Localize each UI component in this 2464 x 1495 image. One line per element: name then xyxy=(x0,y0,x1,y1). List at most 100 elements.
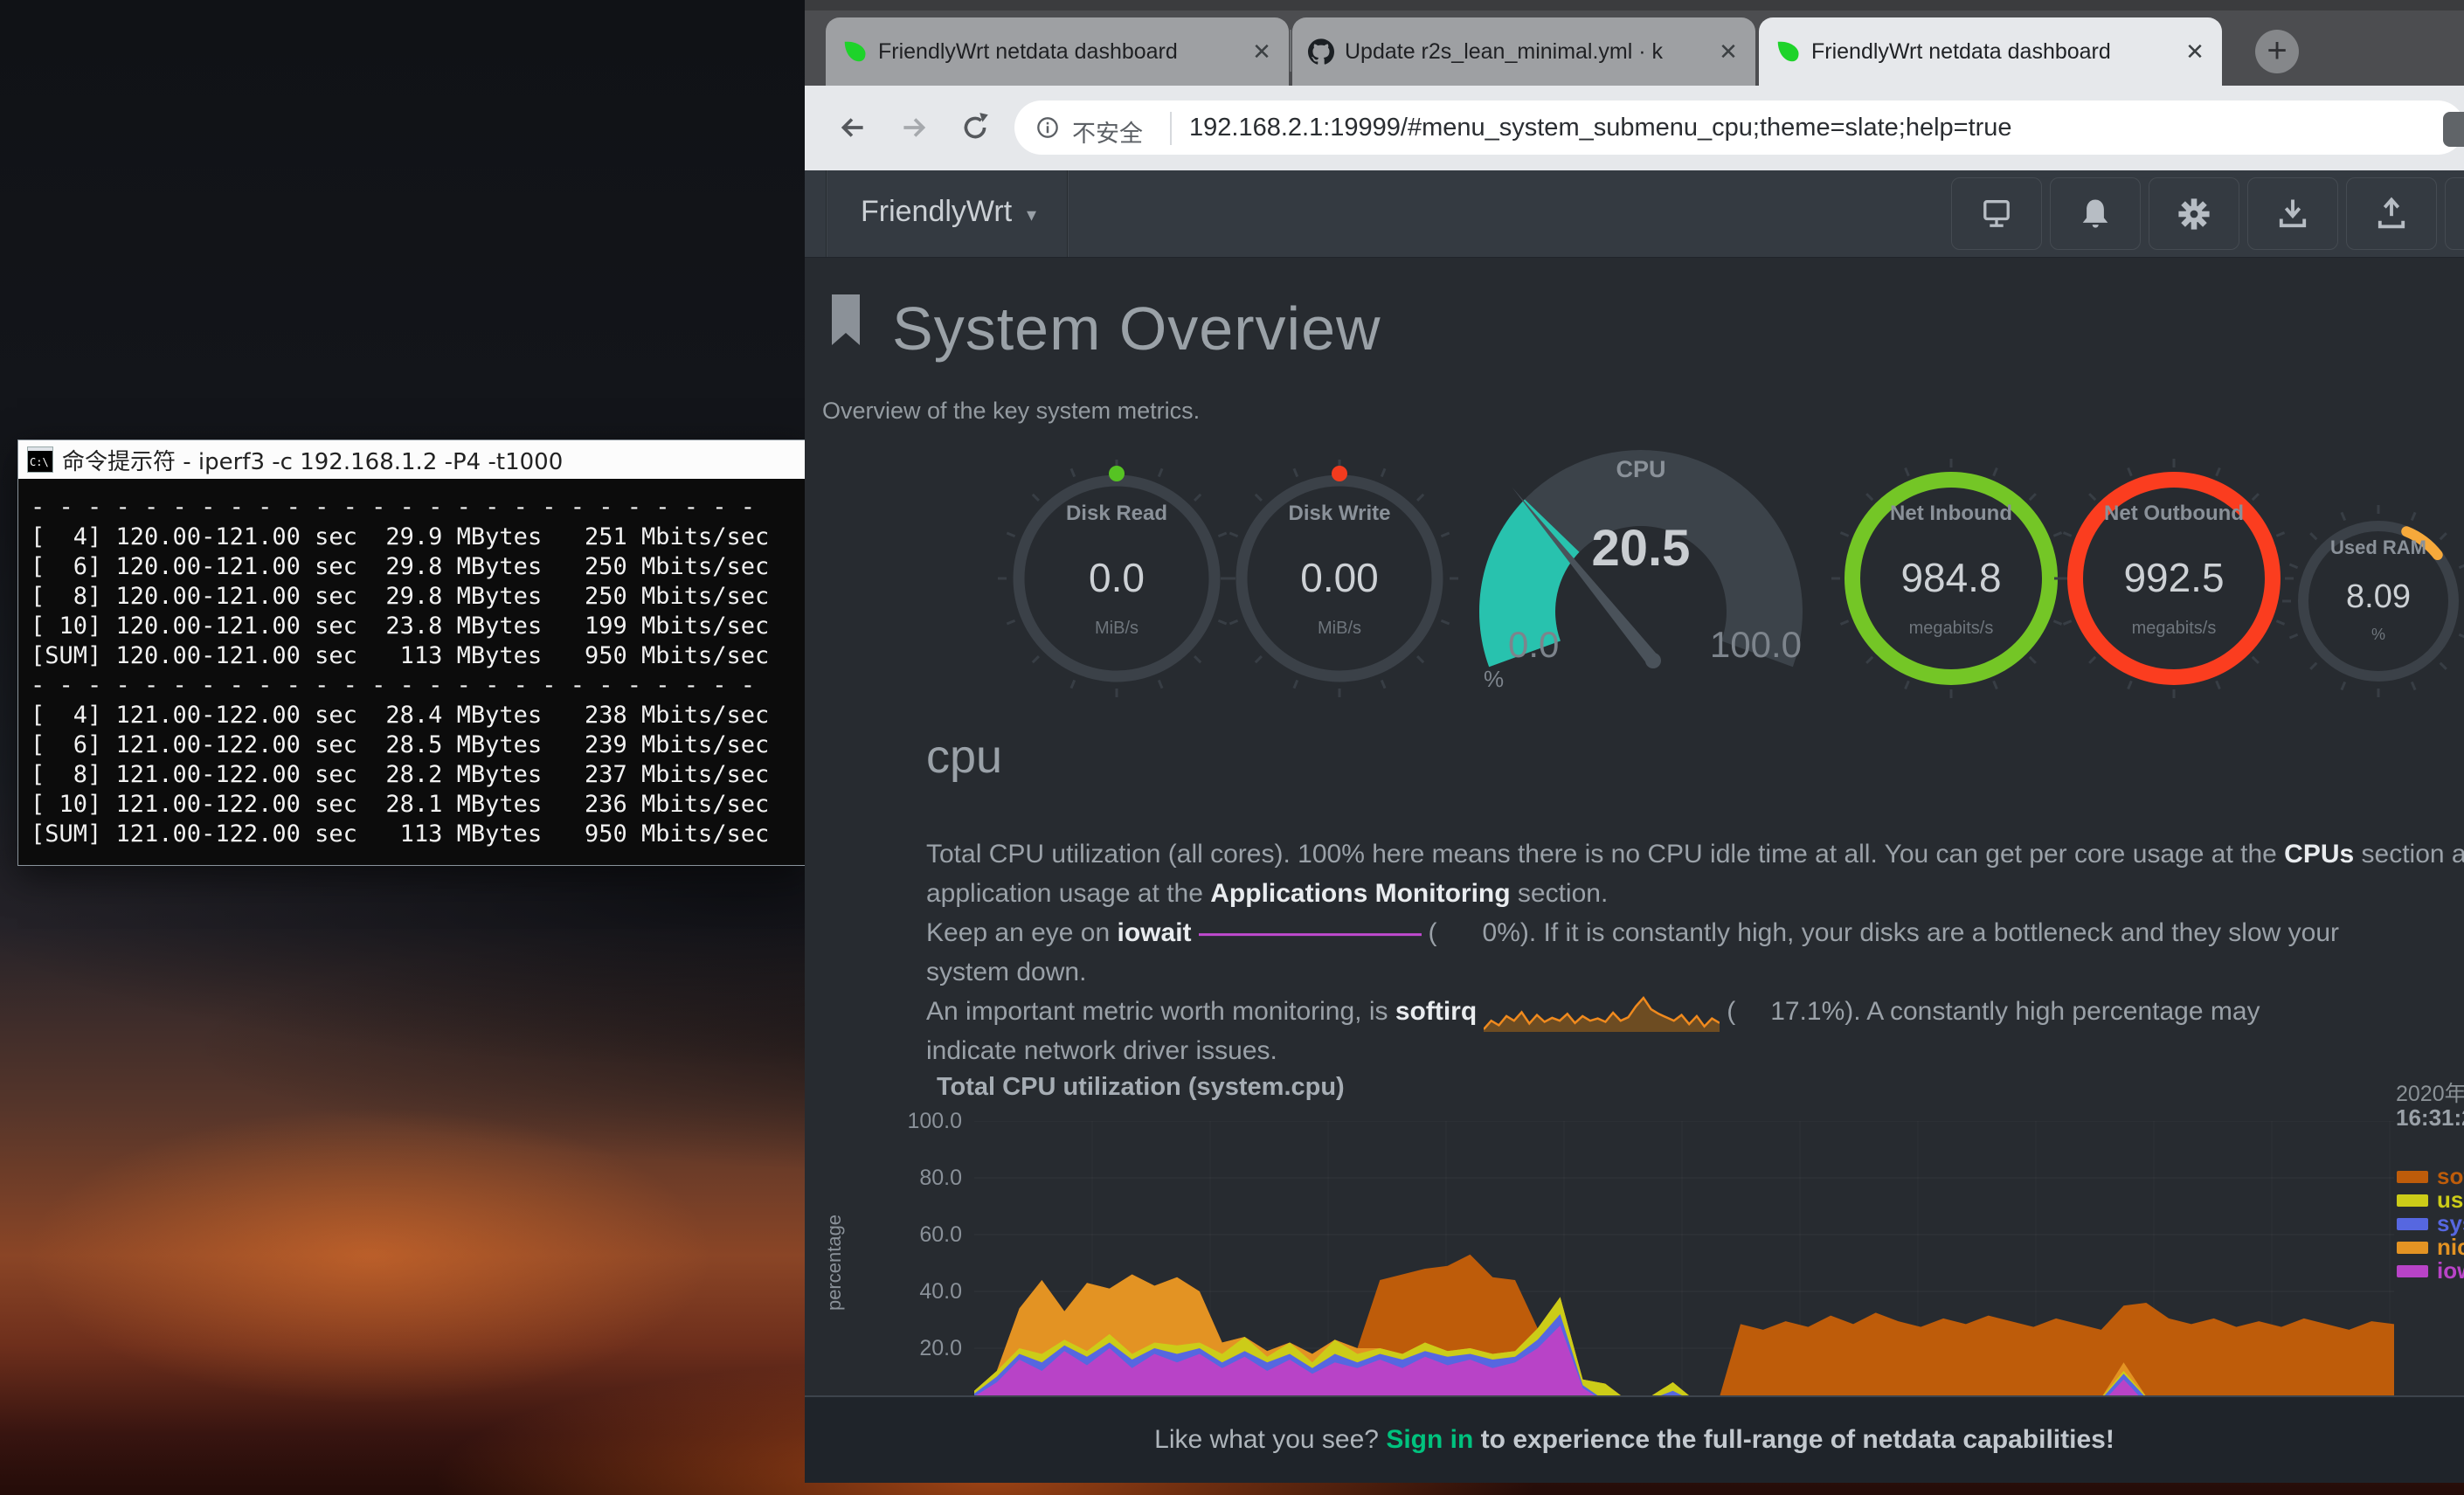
legend-swatch xyxy=(2397,1218,2428,1230)
close-tab-icon[interactable]: ✕ xyxy=(1713,38,1743,66)
gauge-net-inbound[interactable]: Net Inbound 984.8 megabits/s xyxy=(1829,447,2073,709)
y-tick: 20.0 xyxy=(857,1336,962,1361)
gauge-title: Net Inbound xyxy=(1829,502,2073,526)
close-tab-icon[interactable]: ✕ xyxy=(1247,38,1277,66)
bell-icon xyxy=(2076,195,2114,233)
gauge-title: Disk Read xyxy=(994,502,1239,526)
gauge-title: CPU xyxy=(1457,456,1824,483)
gauge-unit: MiB/s xyxy=(1217,619,1462,639)
address-bar[interactable]: 不安全 192.168.2.1:19999/#menu_system_subme… xyxy=(1014,100,2464,155)
gauge-title: Used RAM xyxy=(2274,536,2464,559)
netdata-favicon xyxy=(1775,38,1801,65)
help-button[interactable] xyxy=(2445,177,2464,250)
terminal-title: 命令提示符 - iperf3 -c 192.168.1.2 -P4 -t1000 xyxy=(62,444,563,476)
settings-button[interactable] xyxy=(2149,177,2239,250)
browser-toolbar: 不安全 192.168.2.1:19999/#menu_system_subme… xyxy=(805,86,2464,170)
page-title: System Overview xyxy=(892,294,1381,363)
cpu-help-line-5: An important metric worth monitoring, is… xyxy=(926,992,2260,1031)
legend-swatch xyxy=(2397,1171,2428,1183)
cpu-help-line-6: indicate network driver issues. xyxy=(926,1031,1277,1070)
sign-in-link[interactable]: Sign in xyxy=(1386,1425,1473,1454)
cpu-help-line-2: application usage at the Applications Mo… xyxy=(926,874,1608,913)
cpu-help-line-1: Total CPU utilization (all cores). 100% … xyxy=(926,834,2464,874)
gauge-net-outbound[interactable]: Net Outbound 992.5 megabits/s xyxy=(2052,447,2296,709)
cpu-help-line-4: system down. xyxy=(926,952,1086,992)
security-label[interactable]: 不安全 xyxy=(1072,114,1143,149)
tab-title: Update r2s_lean_minimal.yml · k xyxy=(1345,39,1703,65)
legend-item[interactable]: iowait xyxy=(2397,1259,2464,1283)
terminal-window: C:\ 命令提示符 - iperf3 -c 192.168.1.2 -P4 -t… xyxy=(17,440,806,866)
y-tick: 100.0 xyxy=(857,1109,962,1134)
gauge-cpu[interactable]: CPU 20.5 0.0 100.0 % xyxy=(1457,437,1824,716)
tab-github[interactable]: Update r2s_lean_minimal.yml · k ✕ xyxy=(1292,17,1755,86)
legend-swatch xyxy=(2397,1194,2428,1207)
gauge-unit: % xyxy=(1484,666,1504,693)
github-favicon xyxy=(1308,38,1334,65)
tab-netdata-2-active[interactable]: FriendlyWrt netdata dashboard ✕ xyxy=(1759,17,2222,86)
cpu-help-line-3: Keep an eye on iowait(0%). If it is cons… xyxy=(926,913,2339,952)
gauge-used-ram[interactable]: Used RAM 8.09 % xyxy=(2274,488,2464,715)
cpus-link[interactable]: CPUs xyxy=(2284,840,2354,869)
y-tick: 40.0 xyxy=(857,1279,962,1305)
gauge-value: 992.5 xyxy=(2052,554,2296,601)
bookmark-icon[interactable] xyxy=(828,292,863,350)
cpu-chart-canvas xyxy=(974,1121,2394,1405)
y-tick: 60.0 xyxy=(857,1222,962,1248)
gauge-value: 8.09 xyxy=(2274,578,2464,616)
new-tab-button[interactable]: + xyxy=(2255,30,2299,73)
signin-bar: Like what you see? Sign in to experience… xyxy=(805,1395,2464,1483)
host-dropdown[interactable]: FriendlyWrt xyxy=(861,195,1012,229)
gauge-disk-read[interactable]: Disk Read 0.0 MiB/s xyxy=(994,447,1239,709)
gauge-value: 984.8 xyxy=(1829,554,2073,601)
gauge-max: 100.0 xyxy=(1710,624,1802,666)
chart-timestamp-date: 2020年3 xyxy=(2396,1076,2464,1108)
terminal-titlebar[interactable]: C:\ 命令提示符 - iperf3 -c 192.168.1.2 -P4 -t… xyxy=(18,440,806,479)
gauge-unit: megabits/s xyxy=(1829,619,2073,639)
reload-icon[interactable] xyxy=(959,111,992,144)
page-subtitle: Overview of the key system metrics. xyxy=(822,398,1200,425)
tab-netdata-1[interactable]: FriendlyWrt netdata dashboard ✕ xyxy=(826,17,1289,86)
legend-item[interactable]: nice xyxy=(2397,1235,2464,1259)
navbar-separator xyxy=(826,170,827,257)
softirq-sparkline xyxy=(1484,993,1720,1032)
legend-label: iowait xyxy=(2437,1257,2464,1284)
gauge-title: Net Outbound xyxy=(2052,502,2296,526)
chart-title: Total CPU utilization (system.cpu) xyxy=(937,1073,1345,1102)
monitor-button[interactable] xyxy=(1951,177,2042,250)
y-tick: 80.0 xyxy=(857,1166,962,1191)
navbar-separator xyxy=(1067,170,1068,257)
chart-legend: softirqusersystemniceiowait xyxy=(2397,1165,2464,1283)
tab-title: FriendlyWrt netdata dashboard xyxy=(878,39,1236,65)
monitor-icon xyxy=(1977,195,2016,233)
info-icon[interactable] xyxy=(1034,114,1062,142)
chevron-down-icon[interactable]: ▾ xyxy=(1027,204,1036,226)
netdata-favicon xyxy=(841,38,868,65)
legend-item[interactable]: softirq xyxy=(2397,1165,2464,1188)
gauge-unit: % xyxy=(2274,626,2464,644)
back-icon[interactable] xyxy=(836,111,869,144)
extension-icon[interactable] xyxy=(2443,112,2464,147)
cmd-icon: C:\ xyxy=(27,446,53,473)
legend-item[interactable]: system xyxy=(2397,1212,2464,1235)
omnibox-divider xyxy=(1170,112,1172,145)
legend-swatch xyxy=(2397,1242,2428,1254)
gauge-value: 0.0 xyxy=(994,554,1239,601)
gear-icon xyxy=(2175,195,2213,233)
import-button[interactable] xyxy=(2247,177,2338,250)
legend-item[interactable]: user xyxy=(2397,1188,2464,1212)
applications-monitoring-link[interactable]: Applications Monitoring xyxy=(1210,879,1510,908)
gauge-disk-write[interactable]: Disk Write 0.00 MiB/s xyxy=(1217,447,1462,709)
cpu-chart-plot[interactable] xyxy=(974,1121,2394,1405)
gauge-min: 0.0 xyxy=(1508,624,1559,666)
url-text[interactable]: 192.168.2.1:19999/#menu_system_submenu_c… xyxy=(1189,114,2012,142)
alarms-button[interactable] xyxy=(2050,177,2141,250)
tab-strip: FriendlyWrt netdata dashboard ✕ Update r… xyxy=(805,0,2464,86)
netdata-navbar: FriendlyWrt ▾ xyxy=(805,170,2464,258)
y-axis-label: percentage xyxy=(823,1215,846,1311)
tab-title: FriendlyWrt netdata dashboard xyxy=(1811,39,2170,65)
gauge-title: Disk Write xyxy=(1217,502,1462,526)
browser-window: FriendlyWrt netdata dashboard ✕ Update r… xyxy=(805,0,2464,1483)
export-button[interactable] xyxy=(2346,177,2437,250)
forward-icon[interactable] xyxy=(897,111,931,144)
close-tab-icon[interactable]: ✕ xyxy=(2180,38,2210,66)
